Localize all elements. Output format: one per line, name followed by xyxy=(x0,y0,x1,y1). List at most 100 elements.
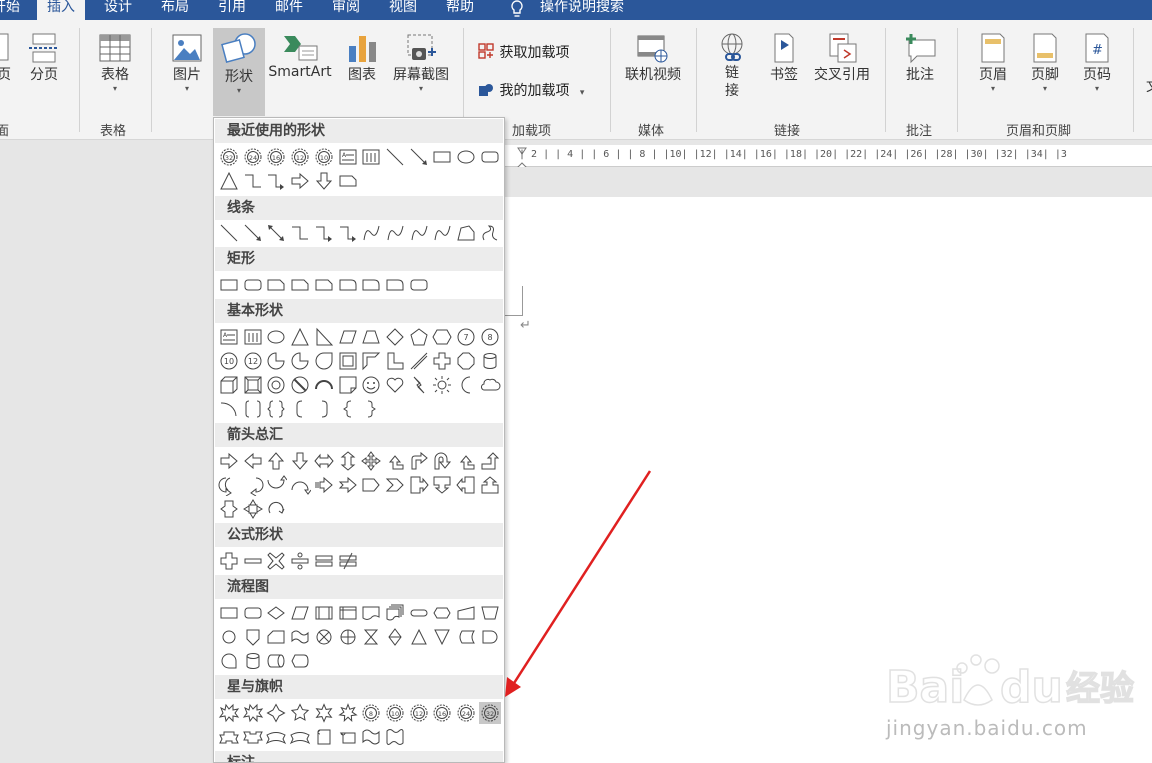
shape-star-7-icon[interactable] xyxy=(337,702,359,724)
shape-curve-icon[interactable] xyxy=(408,222,430,244)
tab-review[interactable]: 审阅 xyxy=(332,0,360,20)
shape-curveribbon-icon[interactable] xyxy=(265,726,287,748)
shape-uarrow-icon[interactable] xyxy=(265,450,287,472)
shape-rarrow-icon[interactable] xyxy=(289,170,311,192)
shape-fdec-icon[interactable] xyxy=(265,602,287,624)
shape-equal-icon[interactable] xyxy=(313,550,335,572)
shape-lrarrow-icon[interactable] xyxy=(313,450,335,472)
shape-curve-icon[interactable] xyxy=(431,222,453,244)
shape-fsum-icon[interactable] xyxy=(313,626,335,648)
shape-ribbonup-icon[interactable] xyxy=(218,726,240,748)
shape-dblwave-icon[interactable] xyxy=(384,726,406,748)
shape-hscroll-icon[interactable] xyxy=(337,726,359,748)
shape-rrect-icon[interactable] xyxy=(242,602,264,624)
shape-fmanop-icon[interactable] xyxy=(479,602,501,624)
shape-elbowarrow-icon[interactable] xyxy=(337,222,359,244)
shape-chevron-icon[interactable] xyxy=(384,474,406,496)
shape-diag-icon[interactable] xyxy=(408,350,430,372)
shape-heart-icon[interactable] xyxy=(384,374,406,396)
shape-moon-icon[interactable] xyxy=(455,374,477,396)
shape-seal-12-icon[interactable]: 12 xyxy=(289,146,311,168)
shape-oct-icon[interactable] xyxy=(455,350,477,372)
tab-references[interactable]: 引用 xyxy=(218,0,246,20)
shape-burst-icon[interactable] xyxy=(218,702,240,724)
page-number-button[interactable]: # 页码 ▾ xyxy=(1076,32,1118,94)
shape-fcoll-icon[interactable] xyxy=(360,626,382,648)
shape-rrect-icon[interactable] xyxy=(479,146,501,168)
shape-fextr-icon[interactable] xyxy=(408,626,430,648)
table-button[interactable]: 表格 ▾ xyxy=(94,32,136,94)
cover-page-button[interactable]: 页 xyxy=(0,32,14,84)
shape-fterm-icon[interactable] xyxy=(408,602,430,624)
shape-bentup-icon[interactable] xyxy=(479,450,501,472)
shape-lshape-icon[interactable] xyxy=(384,350,406,372)
shape-numcirc-10-icon[interactable]: 10 xyxy=(218,350,240,372)
shape-plus-icon[interactable] xyxy=(218,550,240,572)
footer-button[interactable]: 页脚 ▾ xyxy=(1024,32,1066,94)
shape-tear-icon[interactable] xyxy=(313,350,335,372)
shape-fdata-icon[interactable] xyxy=(289,602,311,624)
shape-uturn-icon[interactable] xyxy=(431,450,453,472)
shape-elbowarrow-icon[interactable] xyxy=(265,170,287,192)
shape-ucallout-icon[interactable] xyxy=(479,474,501,496)
link-button[interactable]: 链接 xyxy=(710,32,754,100)
shape-pentarrow-icon[interactable] xyxy=(360,474,382,496)
shape-dcallout-icon[interactable] xyxy=(431,474,453,496)
smartart-button[interactable]: SmartArt xyxy=(266,32,334,80)
shape-dblbracket-icon[interactable] xyxy=(242,398,264,420)
shape-curvu-icon[interactable] xyxy=(265,474,288,496)
shape-seal-12-icon[interactable]: 12 xyxy=(408,702,430,724)
header-button[interactable]: 页眉 ▾ xyxy=(972,32,1014,94)
screenshot-button[interactable]: 屏幕截图 ▾ xyxy=(388,32,454,94)
shape-fcard-icon[interactable] xyxy=(265,626,287,648)
tell-me-search[interactable]: 操作说明搜索 xyxy=(540,0,624,20)
tab-design[interactable]: 设计 xyxy=(104,0,132,20)
shape-oval-icon[interactable] xyxy=(455,146,477,168)
shape-seal-10-icon[interactable]: 10 xyxy=(384,702,406,724)
new-comment-button[interactable]: 批注 xyxy=(897,32,943,84)
shape-star-5-icon[interactable] xyxy=(289,702,311,724)
shape-textbox-icon[interactable]: A xyxy=(337,146,359,168)
shape-quad-icon[interactable] xyxy=(360,450,382,472)
shape-rbracket-icon[interactable] xyxy=(313,398,335,420)
shape-divide-icon[interactable] xyxy=(289,550,311,572)
shape-star-6-icon[interactable] xyxy=(313,702,335,724)
shape-dblarrow-icon[interactable] xyxy=(265,222,287,244)
shape-sun-icon[interactable] xyxy=(431,374,453,396)
shape-lupar-icon[interactable] xyxy=(384,450,406,472)
shape-wave-icon[interactable] xyxy=(360,726,382,748)
shape-rect-icon[interactable] xyxy=(218,274,240,296)
shape-rrect-icon[interactable] xyxy=(242,274,264,296)
shape-fdirect-icon[interactable] xyxy=(265,650,287,672)
online-video-button[interactable]: 联机视频 xyxy=(620,32,686,84)
shape-para-icon[interactable] xyxy=(337,326,359,348)
tab-home[interactable]: 开始 xyxy=(0,0,20,20)
shape-nosym-icon[interactable] xyxy=(289,374,311,396)
shape-larrow-icon[interactable] xyxy=(242,450,264,472)
shapes-gallery-dropdown[interactable]: 最近使用的形状 32 24 16 12 10 A 线条 矩形 基本形状 A78 10 12 … xyxy=(213,117,505,763)
shape-circarrow-icon[interactable] xyxy=(265,498,287,520)
shape-lupar-icon[interactable] xyxy=(455,450,477,472)
shape-curve-icon[interactable] xyxy=(384,222,406,244)
shape-seal-8-icon[interactable]: 8 xyxy=(360,702,382,724)
shape-darrow-icon[interactable] xyxy=(313,170,335,192)
shape-burst-icon[interactable] xyxy=(242,702,264,724)
shape-cube-icon[interactable] xyxy=(218,374,240,396)
shape-round1-icon[interactable] xyxy=(384,274,406,296)
shape-lbracket-icon[interactable] xyxy=(289,398,311,420)
shape-fseq-icon[interactable] xyxy=(218,650,240,672)
shape-dblbrace-icon[interactable] xyxy=(265,398,287,420)
shape-numcirc-12-icon[interactable]: 12 xyxy=(242,350,264,372)
shape-rarrow-icon[interactable] xyxy=(218,450,240,472)
shape-fdisp-icon[interactable] xyxy=(289,650,311,672)
shape-fprep-icon[interactable] xyxy=(431,602,453,624)
shape-fsort-icon[interactable] xyxy=(384,626,406,648)
shape-seal-24-icon[interactable]: 24 xyxy=(455,702,477,724)
shape-pent-icon[interactable] xyxy=(408,326,430,348)
shape-rcallout-icon[interactable] xyxy=(408,474,430,496)
shape-striped-icon[interactable] xyxy=(313,474,335,496)
tab-layout[interactable]: 布局 xyxy=(161,0,189,20)
shape-udarrow-icon[interactable] xyxy=(337,450,359,472)
shape-curvd-icon[interactable] xyxy=(289,474,312,496)
shape-seal-32-icon[interactable]: 32 xyxy=(478,702,501,724)
